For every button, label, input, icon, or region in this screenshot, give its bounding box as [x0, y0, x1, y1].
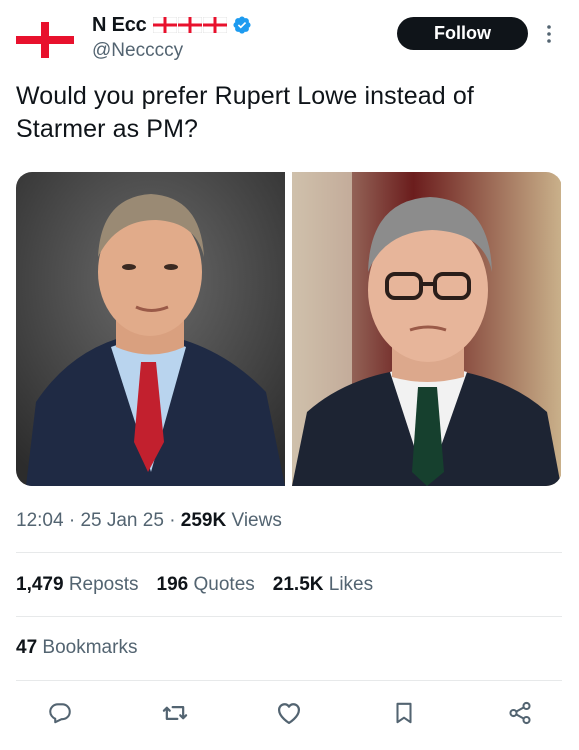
divider [16, 680, 562, 681]
quotes-label: Quotes [193, 574, 255, 595]
reposts-label: Reposts [68, 574, 139, 595]
reply-icon [49, 703, 71, 724]
reposts-stat[interactable]: 1,479 Reposts [16, 574, 139, 596]
divider [16, 616, 562, 617]
views-count: 259K [180, 510, 227, 531]
bookmarks-stat[interactable]: 47 Bookmarks [16, 637, 137, 659]
portrait-image [292, 172, 561, 486]
bookmarks-count: 47 [16, 637, 38, 658]
more-options-icon[interactable] [545, 24, 553, 44]
bookmark-button[interactable] [389, 698, 419, 728]
avatar[interactable] [16, 22, 74, 58]
england-flag-icon [177, 17, 202, 33]
reply-button[interactable] [45, 698, 75, 728]
share-icon [509, 701, 531, 725]
meta-separator: · [169, 510, 181, 531]
divider [16, 552, 562, 553]
likes-label: Likes [328, 574, 374, 595]
display-name-row[interactable]: N Ecc [92, 12, 252, 38]
like-icon [277, 703, 301, 725]
tweet-media[interactable] [16, 172, 562, 486]
portrait-image [16, 172, 285, 486]
tweet-text: Would you prefer Rupert Lowe instead of … [16, 82, 474, 143]
views-label: Views [231, 510, 282, 531]
follow-button[interactable]: Follow [397, 17, 528, 50]
england-flag-avatar [16, 22, 74, 58]
tweet-meta: 12:04 · 25 Jan 25 · 259K Views [16, 510, 282, 532]
england-flag-icon [152, 17, 177, 33]
like-button[interactable] [274, 698, 304, 728]
action-bar [0, 688, 579, 738]
tweet-time[interactable]: 12:04 [16, 510, 64, 531]
name-flags [152, 17, 227, 33]
tweet-date[interactable]: 25 Jan 25 [80, 510, 163, 531]
likes-count: 21.5K [272, 574, 324, 595]
user-handle[interactable]: @Neccccy [92, 40, 183, 62]
engagement-stats: 1,479 Reposts 196 Quotes 21.5K Likes [16, 574, 391, 596]
likes-stat[interactable]: 21.5K Likes [273, 574, 373, 596]
verified-badge-icon [233, 16, 251, 34]
bookmarks-label: Bookmarks [42, 637, 138, 658]
meta-separator: · [68, 510, 81, 531]
england-flag-icon [202, 17, 227, 33]
quotes-count: 196 [156, 574, 189, 595]
display-name[interactable]: N Ecc [92, 14, 147, 37]
bookmark-icon [396, 702, 412, 724]
share-button[interactable] [505, 698, 535, 728]
photo-rupert-lowe[interactable] [16, 172, 285, 486]
photo-keir-starmer[interactable] [292, 172, 561, 486]
reposts-count: 1,479 [16, 574, 64, 595]
repost-button[interactable] [160, 698, 190, 728]
quotes-stat[interactable]: 196 Quotes [157, 574, 255, 596]
repost-icon [162, 706, 188, 720]
